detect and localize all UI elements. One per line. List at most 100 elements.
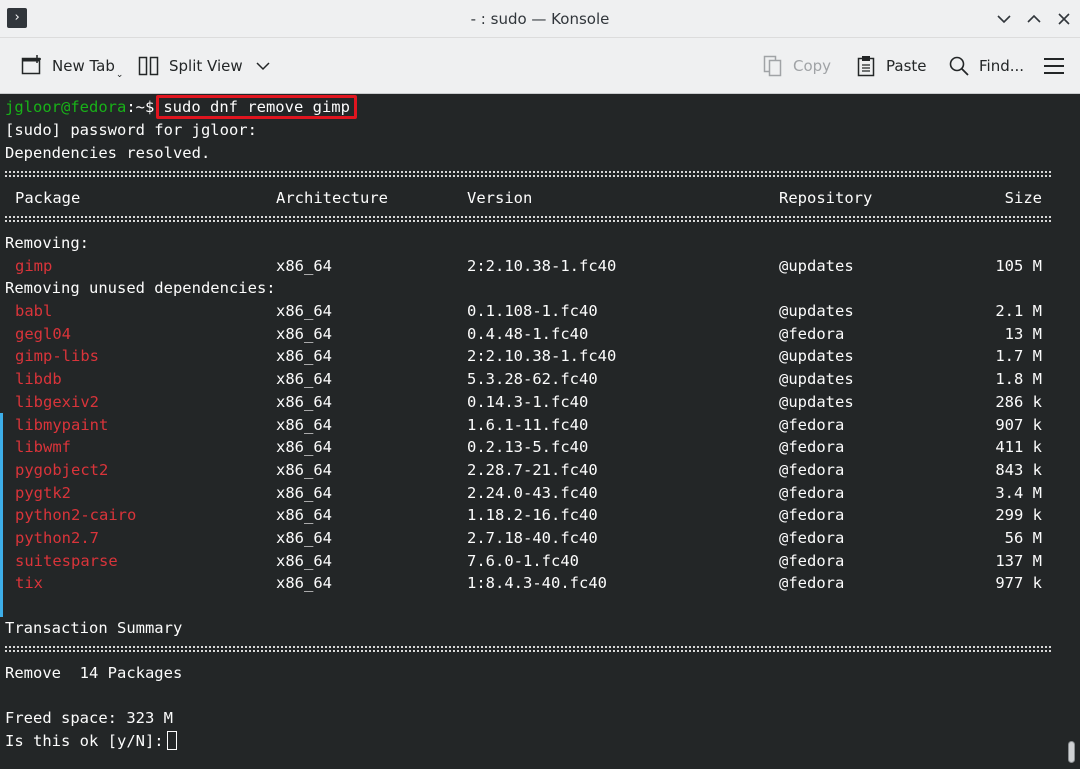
- package-arch: x86_64: [276, 460, 332, 479]
- package-version: 7.6.0-1.fc40: [467, 551, 579, 570]
- separator: [5, 170, 1051, 178]
- new-tab-dropdown-icon[interactable]: ⌄: [116, 69, 124, 80]
- split-view-icon: [137, 54, 161, 78]
- package-arch: x86_64: [276, 415, 332, 434]
- package-size: 3.4 M: [995, 483, 1042, 502]
- package-version: 0.4.48-1.fc40: [467, 324, 589, 343]
- maximize-icon[interactable]: [1021, 6, 1047, 32]
- package-repo: @fedora: [779, 460, 845, 479]
- package-name: libmypaint: [15, 415, 109, 434]
- package-size: 1.8 M: [995, 370, 1042, 389]
- hamburger-menu-button[interactable]: [1042, 52, 1066, 80]
- minimize-icon[interactable]: [991, 6, 1017, 32]
- package-arch: x86_64: [276, 506, 332, 525]
- prompt-path: :~$: [126, 98, 155, 116]
- package-version: 1:8.4.3-40.fc40: [467, 574, 607, 593]
- package-repo: @fedora: [779, 324, 845, 343]
- prompt-user: jgloor@fedora: [5, 98, 127, 116]
- package-version: 0.14.3-1.fc40: [467, 392, 589, 411]
- package-repo: @fedora: [779, 506, 845, 525]
- freed-space: Freed space: 323 M: [5, 709, 173, 727]
- package-version: 2:2.10.38-1.fc40: [467, 257, 617, 275]
- package-arch: x86_64: [276, 574, 332, 593]
- package-arch: x86_64: [276, 302, 332, 320]
- package-repo: @fedora: [779, 483, 845, 502]
- confirm-prompt: Is this ok [y/N]:: [5, 732, 164, 750]
- package-size: 1.7 M: [995, 347, 1042, 366]
- package-repo: @fedora: [779, 574, 845, 593]
- package-name: libgexiv2: [15, 392, 99, 411]
- new-tab-icon: [20, 54, 44, 78]
- chevron-down-icon[interactable]: [253, 56, 273, 76]
- package-repo: @fedora: [779, 529, 845, 547]
- selection-marker: [0, 413, 3, 617]
- package-version: 0.1.108-1.fc40: [467, 302, 598, 320]
- summary-label: Transaction Summary: [5, 619, 183, 637]
- separator: [5, 215, 1051, 223]
- text-cursor[interactable]: [166, 731, 177, 750]
- split-view-button[interactable]: Split View: [137, 52, 273, 80]
- package-name: gegl04: [15, 324, 71, 343]
- header-repo: Repository: [779, 189, 873, 207]
- package-version: 5.3.28-62.fc40: [467, 370, 598, 389]
- package-name: tix: [15, 574, 43, 593]
- package-arch: x86_64: [276, 370, 332, 389]
- header-package: Package: [15, 189, 81, 207]
- paste-label: Paste: [886, 57, 927, 75]
- header-size: Size: [1004, 189, 1042, 207]
- close-icon[interactable]: [1051, 6, 1077, 32]
- paste-button[interactable]: Paste: [854, 52, 927, 80]
- package-name: libdb: [15, 370, 62, 389]
- package-size: 843 k: [995, 460, 1042, 479]
- package-name: suitesparse: [15, 551, 118, 570]
- copy-button[interactable]: Copy: [761, 52, 831, 80]
- package-version: 2:2.10.38-1.fc40: [467, 347, 617, 366]
- remove-count: Remove 14 Packages: [5, 664, 183, 682]
- package-repo: @updates: [779, 392, 854, 411]
- package-repo: @fedora: [779, 551, 845, 570]
- package-size: 137 M: [995, 551, 1042, 570]
- removing-label: Removing:: [5, 234, 89, 252]
- confirm-line: Is this ok [y/N]:: [5, 730, 177, 752]
- package-arch: x86_64: [276, 324, 332, 343]
- package-repo: @fedora: [779, 438, 845, 457]
- package-size: 2.1 M: [995, 302, 1042, 320]
- package-version: 2.28.7-21.fc40: [467, 460, 598, 479]
- package-version: 2.7.18-40.fc40: [467, 529, 598, 547]
- package-name: gimp: [15, 257, 53, 275]
- find-button[interactable]: Find...: [947, 52, 1024, 80]
- split-view-label: Split View: [169, 57, 243, 75]
- package-arch: x86_64: [276, 529, 332, 547]
- package-arch: x86_64: [276, 392, 332, 411]
- window-title: - : sudo — Konsole: [470, 10, 610, 28]
- package-size: 907 k: [995, 415, 1042, 434]
- package-name: pygtk2: [15, 483, 71, 502]
- package-repo: @updates: [779, 257, 854, 275]
- new-tab-button[interactable]: New Tab ⌄: [20, 52, 123, 80]
- paste-icon: [854, 54, 878, 78]
- command-text: sudo dnf remove gimp: [156, 95, 357, 119]
- package-size: 105 M: [995, 257, 1042, 275]
- package-name: babl: [15, 302, 53, 320]
- package-version: 1.6.1-11.fc40: [467, 415, 589, 434]
- package-arch: x86_64: [276, 257, 332, 275]
- package-name: python2.7: [15, 529, 99, 547]
- deps-resolved: Dependencies resolved.: [5, 144, 211, 162]
- package-repo: @fedora: [779, 415, 845, 434]
- package-arch: x86_64: [276, 551, 332, 570]
- package-size: 13 M: [1004, 324, 1042, 343]
- package-repo: @updates: [779, 370, 854, 389]
- package-repo: @updates: [779, 347, 854, 366]
- terminal-view[interactable]: jgloor@fedora:~$ sudo dnf remove gimp [su…: [0, 95, 1080, 769]
- new-tab-label: New Tab: [52, 57, 115, 75]
- password-prompt: [sudo] password for jgloor:: [5, 121, 257, 139]
- package-name: libwmf: [15, 438, 71, 457]
- scrollbar-handle[interactable]: [1068, 741, 1075, 763]
- package-repo: @updates: [779, 302, 854, 320]
- package-name: python2-cairo: [15, 506, 137, 525]
- hamburger-menu-icon: [1042, 54, 1066, 78]
- package-version: 1.18.2-16.fc40: [467, 506, 598, 525]
- package-name: pygobject2: [15, 460, 109, 479]
- unused-label: Removing unused dependencies:: [5, 279, 276, 297]
- package-version: 0.2.13-5.fc40: [467, 438, 589, 457]
